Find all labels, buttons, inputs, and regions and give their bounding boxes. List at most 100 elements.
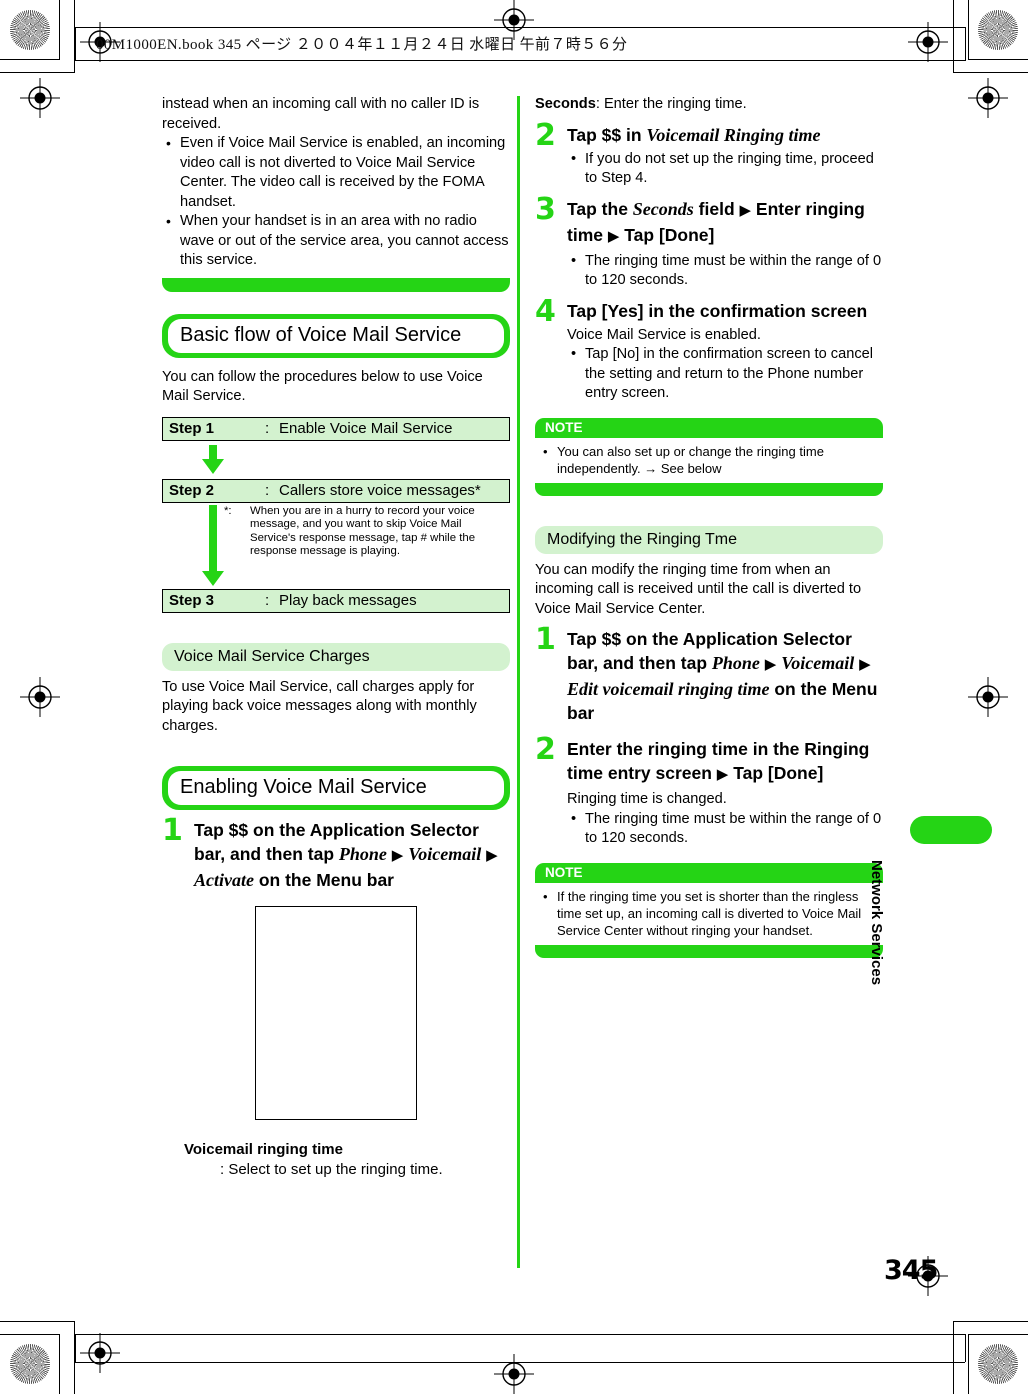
continued-note-block: instead when an incoming call with no ca… bbox=[162, 95, 510, 292]
modifying-body: You can modify the ringing time from whe… bbox=[535, 561, 862, 617]
list-item: The ringing time must be within the rang… bbox=[567, 252, 883, 291]
left-column: instead when an incoming call with no ca… bbox=[162, 95, 510, 1180]
section-header-enabling: Enabling Voice Mail Service bbox=[162, 766, 510, 810]
step-title: Enter the ringing time in the Ringing ti… bbox=[567, 739, 870, 783]
list-item: You can also set up or change the ringin… bbox=[539, 443, 877, 477]
footnote-text: When you are in a hurry to record your v… bbox=[250, 504, 476, 558]
table-row: Step 2 : Callers store voice messages* bbox=[162, 478, 510, 503]
down-arrow-long-icon bbox=[202, 504, 224, 586]
step-number: 2 bbox=[535, 732, 556, 767]
header-rule-right bbox=[965, 27, 966, 61]
flow-arrow-1-container bbox=[162, 441, 510, 479]
note-box: NOTE If the ringing time you set is shor… bbox=[535, 862, 883, 958]
page-number: 345 bbox=[884, 1255, 938, 1286]
down-arrow-icon bbox=[202, 444, 224, 474]
step-value: Enable Voice Mail Service bbox=[279, 419, 453, 437]
screenshot-caption-title: Voicemail ringing time bbox=[184, 1141, 343, 1158]
registration-mark-left-upper bbox=[20, 78, 60, 118]
step-body: If you do not set up the ringing time, p… bbox=[567, 150, 883, 189]
list-item: Even if Voice Mail Service is enabled, a… bbox=[162, 134, 510, 212]
manual-page: 00M1000EN.book 345 ページ ２００４年１１月２４日 水曜日 午… bbox=[0, 0, 1028, 1394]
step-flow-table: Step 1 : Enable Voice Mail Service Step … bbox=[162, 416, 510, 613]
continued-note-bullets: Even if Voice Mail Service is enabled, a… bbox=[162, 134, 510, 271]
list-item: If the ringing time you set is shorter t… bbox=[539, 888, 877, 939]
registration-mark-bottom-left bbox=[80, 1333, 120, 1373]
step-body: Ringing time is changed. The ringing tim… bbox=[567, 790, 883, 849]
step-lead: Voice Mail Service is enabled. bbox=[567, 326, 761, 343]
seconds-colon: : bbox=[595, 96, 600, 112]
charges-body: To use Voice Mail Service, call charges … bbox=[162, 678, 477, 734]
registration-mark-left-middle bbox=[20, 677, 60, 717]
rosette-top-left bbox=[10, 10, 50, 50]
procedure-step: 4 Tap [Yes] in the confirmation screen V… bbox=[535, 293, 883, 404]
section-header-basic-flow: Basic flow of Voice Mail Service bbox=[162, 313, 510, 358]
basic-flow-intro: You can follow the procedures below to u… bbox=[162, 368, 483, 405]
step-title: Tap $$ in Voicemail Ringing time bbox=[567, 124, 821, 145]
step-title: Tap $$ on the Application Selector bar, … bbox=[567, 629, 878, 723]
note-box: NOTE You can also set up or change the r… bbox=[535, 417, 883, 496]
header-rule-left bbox=[75, 27, 76, 61]
footer-rule-top bbox=[75, 1334, 965, 1335]
rosette-bottom-right bbox=[978, 1344, 1018, 1384]
seconds-label: Seconds bbox=[535, 96, 596, 112]
registration-mark-bottom-center bbox=[494, 1354, 534, 1394]
step-title: Tap [Yes] in the confirmation screen bbox=[567, 300, 868, 321]
continued-note-lead: instead when an incoming call with no ca… bbox=[162, 96, 480, 132]
note-header: NOTE bbox=[535, 862, 883, 883]
step-number: 1 bbox=[535, 622, 556, 657]
step-title: Tap $$ on the Application Selector bar, … bbox=[194, 820, 498, 890]
section-header-charges: Voice Mail Service Charges bbox=[162, 642, 510, 671]
footer-rule-right bbox=[965, 1334, 966, 1362]
table-row: Step 1 : Enable Voice Mail Service bbox=[162, 416, 510, 441]
section-header-enabling-label: Enabling Voice Mail Service bbox=[168, 771, 504, 805]
procedure-step: 1 Tap $$ on the Application Selector bar… bbox=[162, 813, 510, 892]
section-header-modifying: Modifying the Ringing Tme bbox=[535, 525, 883, 554]
step-body: The ringing time must be within the rang… bbox=[567, 252, 883, 291]
book-header-line: 00M1000EN.book 345 ページ ２００４年１１月２４日 水曜日 午… bbox=[96, 37, 628, 53]
right-column: Seconds: Enter the ringing time. 2 Tap $… bbox=[535, 95, 883, 958]
note-header: NOTE bbox=[535, 417, 883, 438]
screenshot-placeholder bbox=[255, 906, 417, 1120]
screenshot-caption-sub: : Select to set up the ringing time. bbox=[220, 1161, 443, 1178]
step-title: Tap the Seconds field ▶ Enter ringing ti… bbox=[567, 198, 865, 245]
step-label: Step 1 bbox=[169, 419, 215, 437]
seconds-value: Enter the ringing time. bbox=[603, 96, 747, 112]
side-tab-label: Network Services bbox=[868, 860, 885, 986]
step-body: Voice Mail Service is enabled. Tap [No] … bbox=[567, 326, 883, 404]
procedure-step: 1 Tap $$ on the Application Selector bar… bbox=[535, 622, 883, 725]
note-footer-bar bbox=[535, 944, 883, 958]
list-item: Tap [No] in the confirmation screen to c… bbox=[567, 345, 883, 404]
seconds-definition-line: Seconds: Enter the ringing time. bbox=[535, 95, 883, 115]
step-label: Step 3 bbox=[169, 591, 215, 609]
registration-mark-top-right bbox=[908, 22, 948, 62]
note-closing-bar bbox=[162, 277, 510, 292]
step-label: Step 2 bbox=[169, 481, 215, 499]
table-row: Step 3 : Play back messages bbox=[162, 588, 510, 613]
step-number: 4 bbox=[535, 293, 556, 329]
procedure-step: 3 Tap the Seconds field ▶ Enter ringing … bbox=[535, 191, 883, 291]
note-body: You can also set up or change the ringin… bbox=[535, 438, 883, 483]
step-number: 1 bbox=[162, 813, 183, 848]
step-colon: : bbox=[265, 591, 270, 609]
step-colon: : bbox=[265, 481, 270, 499]
step-value: Play back messages bbox=[279, 591, 417, 609]
procedure-step: 2 Enter the ringing time in the Ringing … bbox=[535, 732, 883, 849]
procedure-step: 2 Tap $$ in Voicemail Ringing time If yo… bbox=[535, 117, 883, 189]
rosette-bottom-left bbox=[10, 1344, 50, 1384]
column-divider bbox=[517, 96, 520, 1268]
step-lead: Ringing time is changed. bbox=[567, 791, 727, 807]
step-colon: : bbox=[265, 419, 270, 437]
step-number: 3 bbox=[535, 191, 556, 227]
step-value: Callers store voice messages* bbox=[279, 481, 481, 499]
header-rule-top bbox=[75, 27, 965, 28]
list-item: When your handset is in an area with no … bbox=[162, 212, 510, 271]
note-footer-bar bbox=[535, 482, 883, 496]
step-number: 2 bbox=[535, 117, 556, 153]
rosette-top-right bbox=[978, 10, 1018, 50]
note-body: If the ringing time you set is shorter t… bbox=[535, 883, 883, 945]
registration-mark-right-middle bbox=[968, 677, 1008, 717]
footer-rule-bottom bbox=[75, 1362, 965, 1363]
list-item: If you do not set up the ringing time, p… bbox=[567, 150, 883, 189]
side-tab-marker bbox=[910, 816, 992, 844]
header-rule-bottom bbox=[75, 60, 965, 61]
